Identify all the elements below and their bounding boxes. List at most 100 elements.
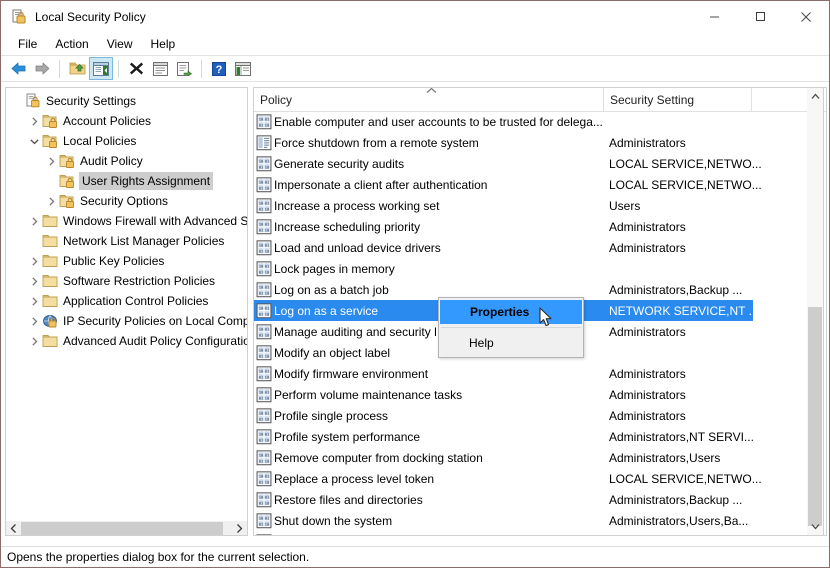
tree-item-software-restriction-policies[interactable]: Software Restriction Policies xyxy=(6,271,247,291)
svg-text:01: 01 xyxy=(265,347,270,352)
table-row[interactable]: 10 01 01 10 Modify firmware environment Admin… xyxy=(254,363,810,384)
tree-item-audit-policy[interactable]: Audit Policy xyxy=(6,151,247,171)
table-row[interactable]: 10 01 01 10 Generate security audits LOCAL SE… xyxy=(254,153,810,174)
help-button[interactable]: ? xyxy=(207,57,231,80)
scroll-up-icon[interactable] xyxy=(807,88,823,105)
table-row[interactable]: Force shutdown from a remote system Admin… xyxy=(254,132,810,153)
chevron-down-icon[interactable] xyxy=(27,137,42,146)
tree-item-public-key-policies[interactable]: Public Key Policies xyxy=(6,251,247,271)
export-list-button[interactable] xyxy=(172,57,196,80)
tree-item-label: Windows Firewall with Advanced Sec xyxy=(63,214,248,228)
tree-item-application-control-policies[interactable]: Application Control Policies xyxy=(6,291,247,311)
context-menu-help[interactable]: Help xyxy=(439,331,583,355)
tree-item-ip-security-policies-on-local-compute[interactable]: IP Security Policies on Local Compute xyxy=(6,311,247,331)
svg-text:01: 01 xyxy=(259,122,264,127)
maximize-button[interactable] xyxy=(737,1,783,32)
svg-text:10: 10 xyxy=(259,284,264,289)
tree-item-security-options[interactable]: Security Options xyxy=(6,191,247,211)
chevron-right-icon[interactable] xyxy=(44,156,59,166)
svg-text:01: 01 xyxy=(265,284,270,289)
table-row[interactable]: 10 01 01 10 Shut down the system Administrato… xyxy=(254,510,810,531)
table-row[interactable]: 10 01 01 10 Enable computer and user account… xyxy=(254,111,810,132)
security-setting-cell: Administrators,NT SERVI... xyxy=(609,429,754,444)
table-row[interactable]: 10 01 01 10 Perform volume maintenance tasks… xyxy=(254,384,810,405)
minimize-button[interactable] xyxy=(691,1,737,32)
svg-text:10: 10 xyxy=(259,410,264,415)
up-one-level-button[interactable] xyxy=(65,57,89,80)
chevron-right-icon[interactable] xyxy=(27,116,42,126)
policy-name-cell: Replace a process level token xyxy=(274,471,435,486)
svg-text:10: 10 xyxy=(259,452,264,457)
local-security-policy-window: Local Security Policy File Action View H… xyxy=(0,0,830,568)
security-setting-cell: NETWORK SERVICE,NT ... xyxy=(609,303,753,318)
back-button[interactable] xyxy=(6,57,30,80)
chevron-right-icon[interactable] xyxy=(27,296,42,306)
svg-text:01: 01 xyxy=(259,164,264,169)
status-bar: Opens the properties dialog box for the … xyxy=(1,546,829,567)
menu-file[interactable]: File xyxy=(9,35,46,53)
policy-name-cell: Load and unload device drivers xyxy=(274,240,441,255)
tree-horizontal-scrollbar[interactable] xyxy=(5,521,248,536)
list-vertical-scrollbar[interactable] xyxy=(807,87,824,536)
chevron-right-icon[interactable] xyxy=(27,276,42,286)
chevron-right-icon[interactable] xyxy=(27,316,42,326)
scroll-down-icon[interactable] xyxy=(807,518,823,535)
svg-text:10: 10 xyxy=(259,242,264,247)
table-row[interactable]: 10 01 01 10 Remove computer from docking sta… xyxy=(254,447,810,468)
folder-icon xyxy=(42,233,58,249)
scroll-track[interactable] xyxy=(21,521,232,535)
svg-text:01: 01 xyxy=(259,227,264,232)
tree-item-windows-firewall-with-advanced-sec[interactable]: Windows Firewall with Advanced Sec xyxy=(6,211,248,231)
table-row[interactable]: 10 01 01 10 Increase a process working set Us… xyxy=(254,195,810,216)
tree-item-security-settings[interactable]: Security Settings xyxy=(6,91,247,111)
tree-item-network-list-manager-policies[interactable]: Network List Manager Policies xyxy=(6,231,247,251)
tree-item-local-policies[interactable]: Local Policies xyxy=(6,131,247,151)
policy-setting-icon: 10010110 xyxy=(256,219,272,235)
scroll-left-icon[interactable] xyxy=(6,522,21,535)
delete-button[interactable] xyxy=(124,57,148,80)
chevron-right-icon[interactable] xyxy=(27,336,42,346)
show-hide-action-pane-button[interactable] xyxy=(231,57,255,80)
chevron-right-icon[interactable] xyxy=(44,196,59,206)
scroll-right-icon[interactable] xyxy=(232,522,247,535)
svg-text:10: 10 xyxy=(259,494,264,499)
chevron-right-icon[interactable] xyxy=(27,216,42,226)
svg-text:10: 10 xyxy=(265,374,270,379)
forward-button[interactable] xyxy=(30,57,54,80)
table-row[interactable]: 10 01 01 10 Restore files and directories Adm… xyxy=(254,489,810,510)
show-hide-console-tree-button[interactable] xyxy=(89,57,113,80)
column-header-policy[interactable]: Policy xyxy=(254,88,604,111)
policy-setting-icon: 10010110 xyxy=(256,408,272,424)
table-row[interactable]: 10 01 01 10 Profile single process Administra… xyxy=(254,405,810,426)
menu-view[interactable]: View xyxy=(98,35,142,53)
scroll-thumb[interactable] xyxy=(808,307,822,526)
column-header-security-setting[interactable]: Security Setting xyxy=(604,88,752,111)
svg-text:10: 10 xyxy=(259,473,264,478)
close-button[interactable] xyxy=(783,1,829,32)
svg-text:10: 10 xyxy=(265,458,270,463)
tree-item-label: Network List Manager Policies xyxy=(63,234,225,248)
table-row[interactable]: 10 01 01 10 Load and unload device drivers Ad… xyxy=(254,237,810,258)
tree-item-label: User Rights Assignment xyxy=(79,172,214,190)
tree-item-account-policies[interactable]: Account Policies xyxy=(6,111,247,131)
table-row[interactable]: 10010110Synchronize directory service da… xyxy=(254,531,810,535)
scroll-thumb[interactable] xyxy=(21,521,223,535)
title-bar: Local Security Policy xyxy=(1,1,829,33)
security-setting-cell: Administrators xyxy=(609,240,686,255)
menu-action[interactable]: Action xyxy=(46,35,97,53)
table-row[interactable]: 10 01 01 10 Profile system performance Admini… xyxy=(254,426,810,447)
svg-text:10: 10 xyxy=(265,227,270,232)
table-row[interactable]: 10 01 01 10 Lock pages in memory xyxy=(254,258,810,279)
folder-icon xyxy=(42,213,58,229)
folder-icon xyxy=(42,293,58,309)
policy-name-cell: Increase scheduling priority xyxy=(274,219,421,234)
tree-item-user-rights-assignment[interactable]: User Rights Assignment xyxy=(6,171,247,191)
table-row[interactable]: 10 01 01 10 Replace a process level token LOC… xyxy=(254,468,810,489)
table-row[interactable]: 10 01 01 10 Increase scheduling priority Admi… xyxy=(254,216,810,237)
menu-help[interactable]: Help xyxy=(142,35,185,53)
chevron-right-icon[interactable] xyxy=(27,256,42,266)
tree-item-advanced-audit-policy-configuration[interactable]: Advanced Audit Policy Configuration xyxy=(6,331,247,351)
table-row[interactable]: 10 01 01 10 Impersonate a client after authe… xyxy=(254,174,810,195)
context-menu-properties[interactable]: Properties xyxy=(440,300,582,324)
properties-button[interactable] xyxy=(148,57,172,80)
